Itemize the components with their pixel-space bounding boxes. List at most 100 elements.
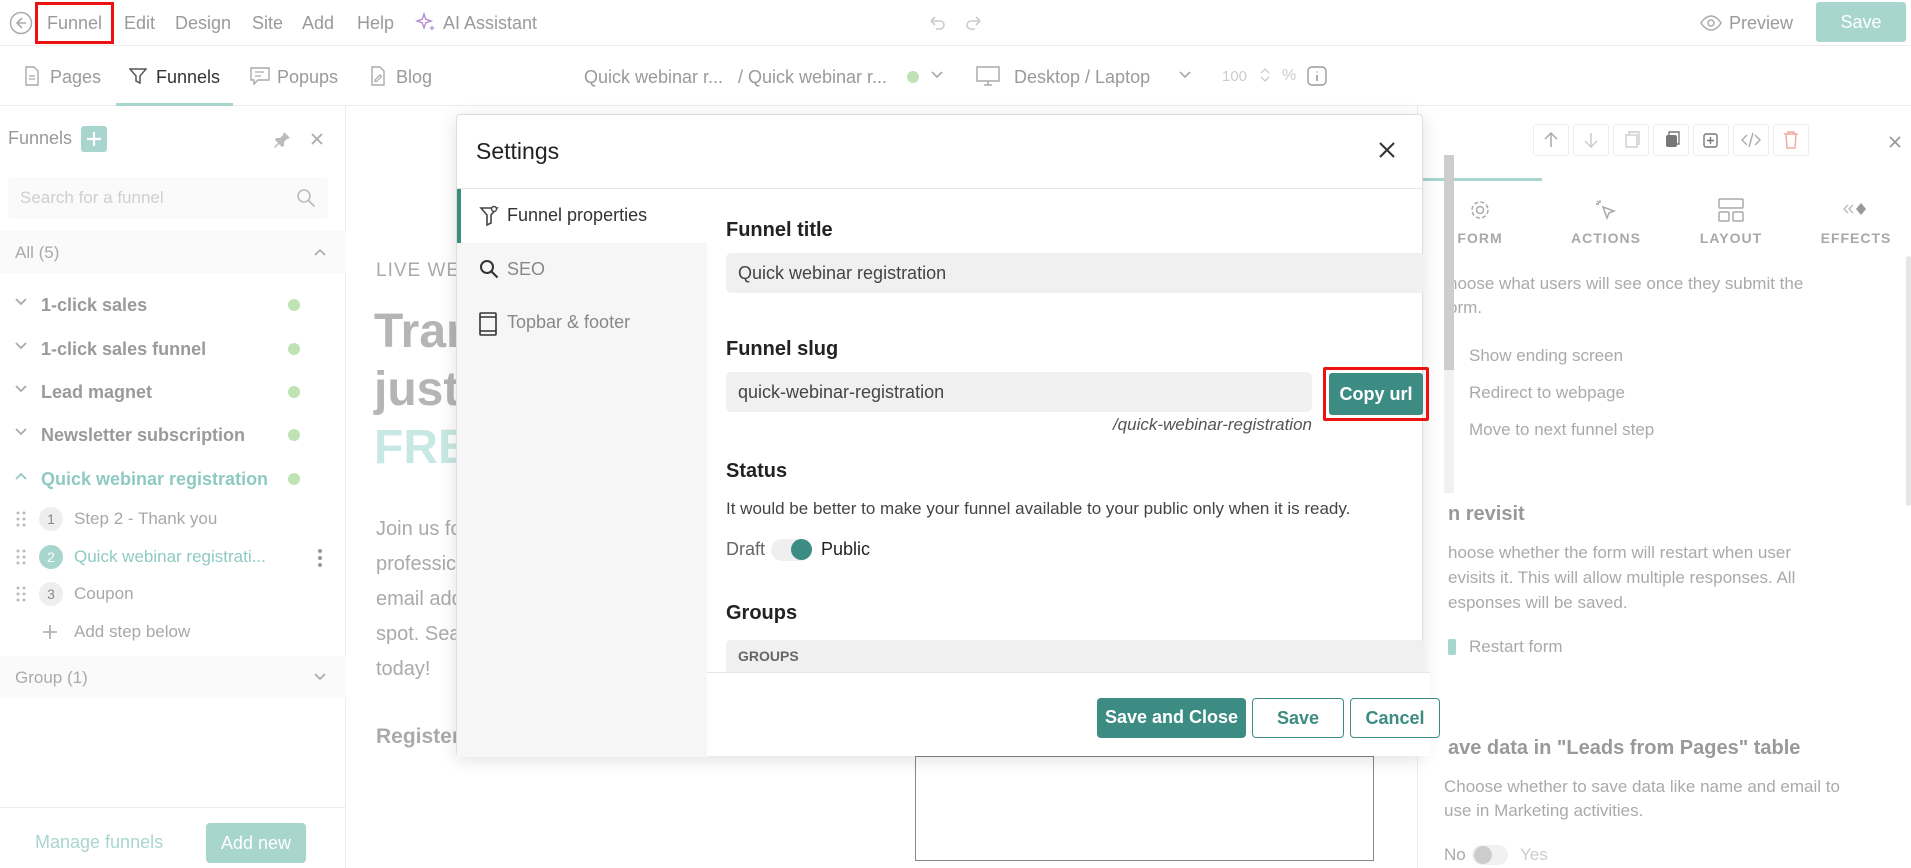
save-button[interactable]: Save bbox=[1252, 698, 1344, 738]
funnels-panel: Funnels Search for a funnel All (5) 1-cl… bbox=[0, 106, 346, 868]
trash-icon[interactable] bbox=[1773, 124, 1809, 156]
arrow-up-icon[interactable] bbox=[1533, 124, 1569, 156]
breadcrumb-step[interactable]: / Quick webinar r... bbox=[738, 46, 887, 106]
nav-label: Funnel properties bbox=[507, 205, 648, 225]
close-icon[interactable] bbox=[1378, 141, 1396, 159]
copy-url-button[interactable]: Copy url bbox=[1329, 373, 1423, 415]
add-new-button[interactable]: Add new bbox=[206, 823, 306, 863]
status-dot bbox=[288, 429, 300, 441]
save-and-close-button[interactable]: Save and Close bbox=[1097, 698, 1246, 738]
nav-funnel-properties[interactable]: Funnel properties bbox=[457, 189, 707, 243]
search-icon[interactable] bbox=[296, 188, 316, 208]
menu-edit[interactable]: Edit bbox=[124, 0, 155, 46]
draft-label: Draft bbox=[726, 539, 766, 559]
step-item[interactable]: 1 Step 2 - Thank you bbox=[0, 501, 346, 538]
nav-label: SEO bbox=[507, 259, 546, 279]
copy-icon[interactable] bbox=[1613, 124, 1649, 156]
menu-site[interactable]: Site bbox=[252, 0, 283, 46]
tab-active-indicator bbox=[1418, 178, 1542, 181]
breadcrumb-funnel[interactable]: Quick webinar r... bbox=[584, 46, 723, 106]
toggle-no-label: No bbox=[1444, 845, 1466, 864]
funnel-item-label: 1-click sales bbox=[41, 295, 148, 315]
menu-add[interactable]: Add bbox=[302, 0, 334, 46]
groups-label: Groups bbox=[726, 602, 798, 624]
funnel-item-label: Newsletter subscription bbox=[41, 425, 246, 445]
all-funnels-header[interactable]: All (5) bbox=[0, 231, 346, 273]
tab-layout[interactable]: LAYOUT bbox=[1676, 230, 1786, 246]
manage-funnels-link[interactable]: Manage funnels bbox=[35, 832, 163, 853]
preview-button[interactable]: Preview bbox=[1729, 0, 1793, 46]
funnel-item[interactable]: 1-click sales bbox=[0, 283, 346, 326]
save-data-toggle[interactable] bbox=[1472, 845, 1508, 865]
search-box[interactable]: Search for a funnel bbox=[8, 177, 328, 219]
modal-header: Settings bbox=[457, 115, 1424, 189]
tab-form[interactable]: FORM bbox=[1425, 230, 1535, 246]
body-line: email add bbox=[376, 588, 463, 610]
tab-popups[interactable]: Popups bbox=[277, 46, 338, 106]
tab-effects[interactable]: EFFECTS bbox=[1801, 230, 1911, 246]
chevron-down-icon bbox=[14, 425, 28, 439]
drag-handle-icon[interactable] bbox=[16, 510, 26, 528]
chevron-up-icon bbox=[313, 247, 327, 257]
slug-hint: /quick-webinar-registration bbox=[1112, 415, 1312, 434]
add-copy-icon[interactable] bbox=[1693, 124, 1729, 156]
add-funnel-icon[interactable] bbox=[81, 126, 107, 152]
intro-text: hoose what users will see once they subm… bbox=[1448, 274, 1804, 293]
body-line: Join us fo bbox=[376, 518, 462, 540]
option-show-ending[interactable]: Show ending screen bbox=[1469, 344, 1623, 368]
status-toggle[interactable] bbox=[771, 539, 812, 561]
step-item[interactable]: 3 Coupon bbox=[0, 576, 346, 613]
funnel-title-input[interactable]: Quick webinar registration bbox=[726, 253, 1425, 293]
chevron-down-icon bbox=[14, 382, 28, 396]
back-circle-icon[interactable] bbox=[9, 11, 33, 35]
chevron-down-icon[interactable] bbox=[930, 70, 944, 80]
modal-scroll-thumb[interactable] bbox=[1444, 155, 1454, 370]
option-next-step[interactable]: Move to next funnel step bbox=[1469, 418, 1654, 442]
checkbox-checked[interactable] bbox=[1448, 639, 1456, 655]
duplicate-icon[interactable] bbox=[1653, 124, 1689, 156]
group-header[interactable]: Group (1) bbox=[0, 656, 346, 698]
funnel-item-active[interactable]: Quick webinar registration bbox=[0, 457, 346, 500]
undo-icon[interactable] bbox=[925, 12, 947, 34]
stepper-icon[interactable] bbox=[1260, 66, 1270, 84]
groups-table-header: GROUPS bbox=[726, 640, 1425, 672]
tab-pages[interactable]: Pages bbox=[50, 46, 101, 106]
funnel-item[interactable]: Newsletter subscription bbox=[0, 413, 346, 456]
chevron-down-icon[interactable] bbox=[1178, 70, 1192, 80]
scrollbar[interactable] bbox=[1906, 256, 1911, 506]
tab-actions[interactable]: ACTIONS bbox=[1551, 230, 1661, 246]
info-icon[interactable] bbox=[1307, 66, 1327, 86]
device-select[interactable]: Desktop / Laptop bbox=[1014, 46, 1150, 106]
menu-help[interactable]: Help bbox=[357, 0, 394, 46]
redo-icon[interactable] bbox=[964, 12, 986, 34]
funnel-item[interactable]: 1-click sales funnel bbox=[0, 327, 346, 370]
arrow-down-icon[interactable] bbox=[1573, 124, 1609, 156]
drag-handle-icon[interactable] bbox=[16, 548, 26, 566]
menu-design[interactable]: Design bbox=[175, 0, 231, 46]
pin-icon[interactable] bbox=[272, 130, 292, 150]
code-icon[interactable] bbox=[1733, 124, 1769, 156]
chevron-down-icon bbox=[14, 295, 28, 309]
save-button-top[interactable]: Save bbox=[1816, 2, 1906, 42]
menu-funnel[interactable]: Funnel bbox=[34, 2, 115, 44]
option-redirect[interactable]: Redirect to webpage bbox=[1469, 381, 1625, 405]
cancel-button[interactable]: Cancel bbox=[1350, 698, 1440, 738]
close-icon[interactable] bbox=[310, 132, 324, 146]
more-vertical-icon[interactable] bbox=[317, 548, 323, 568]
form-box[interactable] bbox=[915, 756, 1374, 861]
step-number: 2 bbox=[39, 545, 63, 569]
step-label: Coupon bbox=[74, 584, 134, 603]
funnel-slug-input[interactable]: quick-webinar-registration bbox=[726, 372, 1312, 412]
drag-handle-icon[interactable] bbox=[16, 585, 26, 603]
menu-ai-assistant[interactable]: AI Assistant bbox=[443, 0, 537, 46]
revisit-title: n revisit bbox=[1448, 503, 1525, 525]
close-icon[interactable] bbox=[1888, 135, 1902, 149]
funnel-item[interactable]: Lead magnet bbox=[0, 370, 346, 413]
step-item-active[interactable]: 2 Quick webinar registrati... bbox=[0, 539, 346, 576]
add-step-button[interactable]: Add step below bbox=[0, 614, 346, 651]
nav-seo[interactable]: SEO bbox=[457, 243, 707, 297]
step-label: Step 2 - Thank you bbox=[74, 509, 218, 528]
nav-topbar-footer[interactable]: Topbar & footer bbox=[457, 296, 707, 350]
tab-funnels-active[interactable]: Funnels bbox=[116, 46, 233, 106]
tab-blog[interactable]: Blog bbox=[396, 46, 432, 106]
